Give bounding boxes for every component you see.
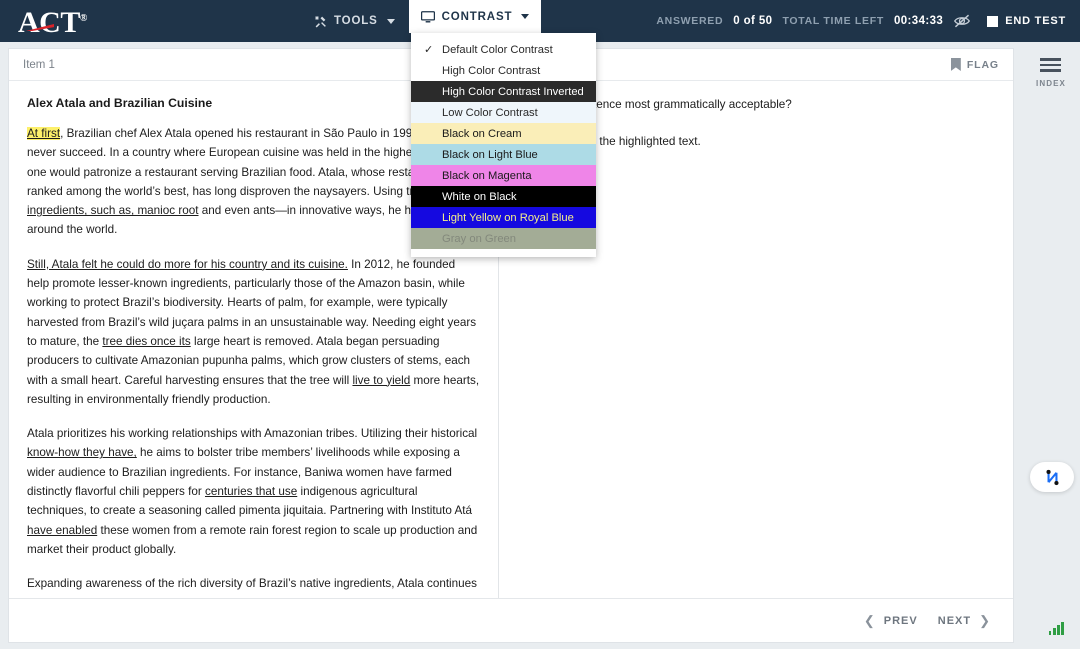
logo-registered-mark: ® (79, 13, 87, 24)
underlined-text[interactable]: Still, Atala felt he could do more for h… (27, 258, 348, 271)
tools-menu-button[interactable]: TOOLS (300, 0, 409, 42)
stop-square-icon (987, 15, 999, 27)
next-label: NEXT (937, 614, 972, 627)
passage-paragraph-4: Expanding awareness of the rich diversit… (27, 574, 480, 598)
underlined-text[interactable]: have enabled (27, 524, 97, 537)
passage-text: , Brazilian chef Alex Atala opened his r… (27, 127, 463, 198)
passage-text: Atala prioritizes his working relationsh… (27, 427, 478, 441)
chevron-down-icon (521, 14, 530, 19)
contrast-option-3[interactable]: Low Color Contrast (411, 102, 596, 123)
contrast-dropdown-menu[interactable]: ✓ Default Color Contrast High Color Contra… (411, 33, 596, 257)
contrast-option-0[interactable]: ✓ Default Color Contrast (411, 39, 596, 60)
time-left-label: TOTAL TIME LEFT (782, 15, 884, 27)
time-left-value: 00:34:33 (893, 15, 944, 27)
header-status-group: ANSWERED 0 of 50 TOTAL TIME LEFT 00:34:3… (656, 13, 1080, 29)
contrast-option-8[interactable]: Light Yellow on Royal Blue (411, 207, 596, 228)
prev-button[interactable]: ❮ PREV (864, 613, 918, 629)
contrast-option-label: Black on Cream (442, 127, 522, 140)
end-test-button[interactable]: END TEST (981, 15, 1066, 27)
next-button[interactable]: NEXT ❯ (938, 613, 991, 629)
contrast-option-label: High Color Contrast Inverted (442, 85, 584, 98)
chevron-right-icon: ❯ (979, 612, 991, 628)
item-number-label: Item 1 (23, 58, 55, 71)
signal-strength-indicator[interactable] (1048, 622, 1064, 635)
logo-text: ACT (18, 6, 80, 39)
right-rail: INDEX (1022, 42, 1080, 649)
contrast-option-label: White on Black (442, 190, 517, 203)
contrast-option-label: Low Color Contrast (442, 106, 538, 119)
passage-text: and even ants—in innovative ways, he has (198, 204, 427, 218)
contrast-option-label: Black on Magenta (442, 169, 532, 182)
contrast-option-label: Black on Light Blue (442, 148, 538, 161)
passage-text: around the world. (27, 223, 118, 237)
contrast-option-label: Default Color Contrast (442, 43, 553, 56)
act-logo: ACT® (0, 4, 300, 38)
contrast-option-label: High Color Contrast (442, 64, 541, 77)
underlined-text[interactable]: live to yield (352, 374, 410, 387)
chevron-left-icon: ❮ (863, 612, 876, 628)
network-node-icon (1045, 469, 1059, 485)
contrast-option-7[interactable]: White on Black (411, 186, 596, 207)
answered-value: 0 of 50 (733, 15, 773, 27)
hamburger-menu-icon (1040, 58, 1062, 72)
contrast-option-6[interactable]: Black on Magenta (411, 165, 596, 186)
index-button[interactable]: INDEX (1036, 58, 1066, 88)
underlined-text[interactable]: centuries that use (205, 485, 297, 498)
passage-text: Expanding awareness of the rich diversit… (27, 577, 478, 598)
end-test-label: END TEST (1005, 15, 1066, 27)
tools-icon (315, 15, 326, 27)
tools-label: TOOLS (334, 15, 378, 27)
contrast-option-2[interactable]: High Color Contrast Inverted (411, 81, 596, 102)
contrast-option-label: Gray on Green (442, 232, 516, 245)
act-test-app: ACT® TOOLS CONTRAST ANSWERED 0 of 50 TOT… (0, 0, 1080, 649)
item-panel-footer: ❮ PREV NEXT ❯ (9, 598, 1013, 642)
chevron-down-icon (386, 18, 395, 24)
flag-button[interactable]: FLAG (950, 58, 999, 71)
check-icon: ✓ (424, 44, 434, 56)
contrast-option-1[interactable]: High Color Contrast (411, 60, 596, 81)
contrast-option-9: Gray on Green (411, 228, 596, 249)
prev-label: PREV (883, 614, 918, 627)
flag-icon (950, 58, 961, 71)
answered-label: ANSWERED (656, 15, 724, 27)
contrast-option-4[interactable]: Black on Cream (411, 123, 596, 144)
underlined-text[interactable]: ingredients, such as, manioc root (27, 204, 199, 217)
underlined-text[interactable]: tree dies once its (102, 335, 190, 348)
contrast-label: CONTRAST (441, 10, 513, 23)
contrast-option-label: Light Yellow on Royal Blue (442, 211, 574, 224)
monitor-icon (420, 10, 435, 22)
contrast-option-5[interactable]: Black on Light Blue (411, 144, 596, 165)
contrast-menu-button[interactable]: CONTRAST (408, 0, 542, 33)
highlighted-text[interactable]: At first (27, 127, 61, 140)
flag-label: FLAG (966, 58, 999, 71)
passage-paragraph-3: Atala prioritizes his working relationsh… (27, 424, 480, 559)
index-label: INDEX (1036, 78, 1066, 88)
passage-paragraph-2: Still, Atala felt he could do more for h… (27, 255, 480, 409)
hide-timer-eye-slash-icon[interactable] (953, 13, 971, 29)
underlined-text[interactable]: know-how they have, (27, 446, 137, 459)
accessibility-node-button[interactable] (1030, 462, 1074, 492)
